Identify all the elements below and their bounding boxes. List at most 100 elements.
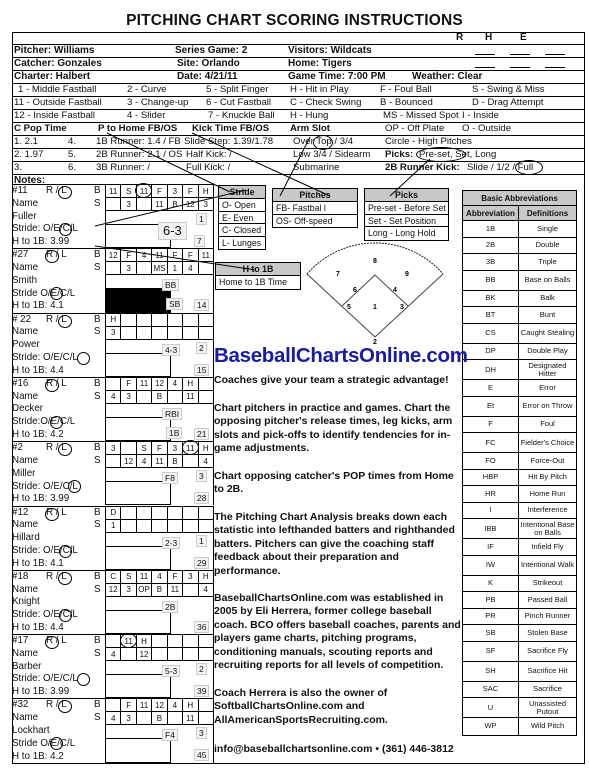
pitch-cell[interactable] [166,711,184,726]
weather-field[interactable]: Weather: Clear [412,71,482,82]
pitch-cell[interactable] [120,505,137,520]
pitch-cell[interactable]: 3 [120,389,137,404]
pitch-cell[interactable]: 12 [135,647,153,662]
pitch-cell[interactable]: OP [135,582,153,597]
pitch-cell[interactable] [135,518,153,533]
pitch-cell[interactable]: F [120,248,137,263]
pitch-cell[interactable] [104,197,122,211]
pitch-cell[interactable]: F [166,569,184,584]
pitch-cell[interactable]: 11 [197,248,215,263]
pitch-cell[interactable]: 3 [182,569,199,584]
pitch-cell[interactable]: 3 [166,184,184,198]
pitch-cell[interactable] [166,505,184,520]
kick-time[interactable]: Slide Step: 1.39/1.78 [184,136,273,147]
runner-time[interactable]: 1B Runner: 1.4 / FB [96,136,181,147]
pitch-cell[interactable]: B [151,389,168,404]
pitch-cell[interactable] [197,325,215,340]
player-name[interactable]: Power [12,339,105,352]
pitch-cell[interactable]: 4 [135,454,153,469]
pitch-cell[interactable] [120,441,137,456]
pitch-cell[interactable]: B [166,454,184,469]
pitch-cell[interactable]: 12 [151,376,168,391]
runner-time[interactable]: 2B Runner: 2.1 / OS [96,149,182,160]
pitch-cell[interactable] [135,505,153,520]
pitch-cell[interactable]: H [135,634,153,649]
pitch-cell[interactable]: 11 [151,197,168,211]
pitch-cell[interactable] [197,312,215,327]
kick-time[interactable]: Half Kick: / [186,149,232,160]
pitch-cell[interactable]: 12 [104,582,122,597]
player-h-to-1b[interactable]: H to 1B: 3.99 [12,686,105,699]
pitch-cell[interactable] [182,634,199,649]
pitch-cell[interactable] [120,647,137,662]
pitcher-field[interactable]: Pitcher: Williams [14,45,95,56]
pitch-cell[interactable] [166,647,184,662]
pitch-cell[interactable] [166,518,184,533]
pitch-cell[interactable]: H [197,569,215,584]
pitch-cell[interactable] [104,698,122,713]
pitch-cell[interactable]: S [120,184,137,198]
pop-time[interactable]: 6. [68,162,76,173]
pitch-cell[interactable] [135,711,153,726]
pitch-cell[interactable]: F [120,698,137,713]
pitch-cell[interactable] [197,518,215,533]
player-h-to-1b[interactable]: H to 1B: 4.1 [12,300,105,313]
player-h-to-1b[interactable]: H to 1B: 4.2 [12,751,105,764]
charter-field[interactable]: Charter: Halbert [14,71,90,82]
pitch-cell[interactable]: 4 [182,261,199,276]
pitch-cell[interactable] [151,505,168,520]
arm-slot[interactable]: Submarine [293,162,339,173]
arm-slot[interactable]: Low 3/4 / Sidearm [293,149,370,160]
pitch-cell[interactable]: F [120,376,137,391]
player-h-to-1b[interactable]: H to 1B: 4.4 [12,622,105,635]
pop-time[interactable]: 1. 2.1 [14,136,38,147]
pitch-cell[interactable]: 3 [197,197,215,211]
date-field[interactable]: Date: 4/21/11 [177,71,238,82]
pitch-cell[interactable]: B [151,582,168,597]
pitch-cell[interactable]: H [104,312,122,327]
pitch-cell[interactable] [182,582,199,597]
visitors-runs-blank[interactable] [475,45,495,55]
pitch-cell[interactable]: 11 [151,248,168,263]
pitch-cell[interactable]: 12 [104,248,122,263]
pitch-cell[interactable]: 4 [104,711,122,726]
pitch-cell[interactable]: 3 [120,261,137,276]
catcher-field[interactable]: Catcher: Gonzales [14,58,102,69]
pitch-cell[interactable]: F [166,248,184,263]
player-stride[interactable]: Stride: O/E/C/L [12,481,105,494]
pitch-cell[interactable] [104,376,122,391]
pitch-cell[interactable]: 4 [104,389,122,404]
pitch-cell[interactable]: H [182,376,199,391]
pitch-cell[interactable] [135,312,153,327]
pitch-cell[interactable] [104,261,122,276]
pitch-cell[interactable]: F [182,184,199,198]
pitch-cell[interactable] [197,698,215,713]
pitch-cell[interactable]: 11 [104,184,122,198]
player-h-to-1b[interactable]: H to 1B: 3.99 [12,493,105,506]
pitch-cell[interactable]: 11 [135,698,153,713]
player-h-to-1b[interactable]: H to 1B: 4.2 [12,429,105,442]
pitch-cell[interactable]: 3 [104,325,122,340]
pitch-cell[interactable]: 3 [104,441,122,456]
pitch-cell[interactable] [135,325,153,340]
pitch-cell[interactable]: 3 [120,582,137,597]
pitch-cell[interactable]: 11 [182,711,199,726]
home-runs-blank[interactable] [475,58,495,68]
home-errors-blank[interactable] [545,58,565,68]
pitch-cell[interactable]: F [182,248,199,263]
pitch-cell[interactable]: F [151,184,168,198]
home-field[interactable]: Home: Tigers [288,58,352,69]
pitch-cell[interactable] [135,389,153,404]
pitch-cell[interactable]: 1 [104,518,122,533]
pitch-cell[interactable]: H [197,184,215,198]
pitch-cell[interactable]: 11 [135,569,153,584]
series-game-field[interactable]: Series Game: 2 [175,45,247,56]
player-h-to-1b[interactable]: H to 1B: 4.4 [12,365,105,378]
kick-time[interactable]: Full Kick: / [186,162,230,173]
pitch-cell[interactable] [151,325,168,340]
pitch-cell[interactable]: 4 [104,647,122,662]
player-name[interactable]: Hillard [12,532,105,545]
pitch-cell[interactable] [120,325,137,340]
pitch-cell[interactable] [197,261,215,276]
pitch-cell[interactable]: 4 [166,698,184,713]
